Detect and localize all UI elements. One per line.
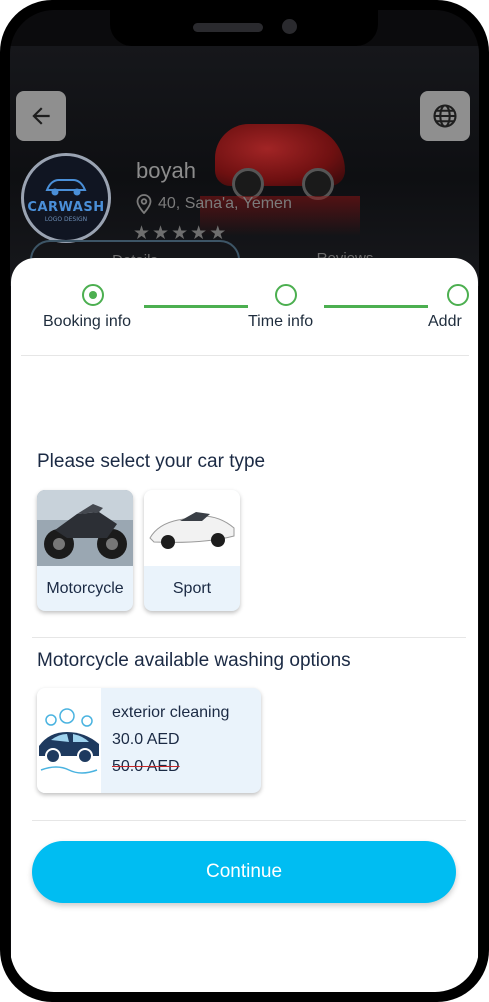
car-type-card-sport[interactable]: Sport	[144, 490, 240, 611]
washing-options-title: Motorcycle available washing options	[37, 650, 351, 671]
continue-button[interactable]: Continue	[32, 841, 456, 903]
front-camera	[282, 19, 297, 34]
step-circle-time-info[interactable]	[275, 284, 297, 306]
screen: CARWASH LOGO DESIGN boyah 40, Sana'a, Ye…	[10, 10, 479, 992]
step-label-booking-info: Booking info	[43, 313, 132, 330]
shop-location: 40, Sana'a, Yemen	[136, 194, 292, 214]
booking-stepper: Booking info Time info Addr	[11, 276, 478, 336]
step-circle-address[interactable]	[447, 284, 469, 306]
arrow-left-icon	[32, 107, 50, 125]
shop-name: boyah	[136, 158, 196, 183]
step-connector	[144, 305, 248, 308]
motorcycle-image	[37, 490, 133, 566]
sport-car-image	[144, 490, 240, 566]
language-button[interactable]	[420, 91, 470, 141]
step-label-time-info: Time info	[248, 313, 314, 330]
logo-subtext: LOGO DESIGN	[44, 215, 88, 223]
globe-icon	[433, 104, 457, 128]
washing-option-price: 30.0 AED	[112, 731, 180, 748]
speaker-grille	[193, 23, 263, 32]
section-divider	[32, 637, 466, 638]
section-divider	[32, 820, 466, 821]
notch	[110, 10, 378, 46]
shop-logo: CARWASH LOGO DESIGN	[21, 153, 111, 243]
step-connector	[324, 305, 428, 308]
back-button[interactable]	[16, 91, 66, 141]
location-text: 40, Sana'a, Yemen	[158, 195, 292, 212]
washing-option-card[interactable]: exterior cleaning 30.0 AED 50.0 AED	[37, 688, 261, 793]
location-pin-icon	[136, 194, 152, 214]
booking-sheet: Booking info Time info Addr Please selec…	[11, 258, 478, 992]
car-type-card-motorcycle[interactable]: Motorcycle	[37, 490, 133, 611]
car-type-label: Sport	[172, 580, 212, 597]
logo-text: CARWASH	[27, 199, 105, 215]
phone-frame: CARWASH LOGO DESIGN boyah 40, Sana'a, Ye…	[0, 0, 489, 1002]
washing-option-old-price: 50.0 AED	[112, 758, 180, 775]
washing-option-name: exterior cleaning	[112, 704, 230, 721]
step-active-dot	[89, 291, 97, 299]
step-label-address: Addr	[428, 313, 462, 330]
car-type-title: Please select your car type	[37, 451, 266, 472]
stepper-divider	[21, 355, 469, 356]
car-wash-image	[37, 688, 101, 793]
car-logo-icon	[45, 178, 87, 195]
car-type-label: Motorcycle	[46, 580, 124, 597]
step-circle-booking-info[interactable]	[82, 284, 104, 306]
